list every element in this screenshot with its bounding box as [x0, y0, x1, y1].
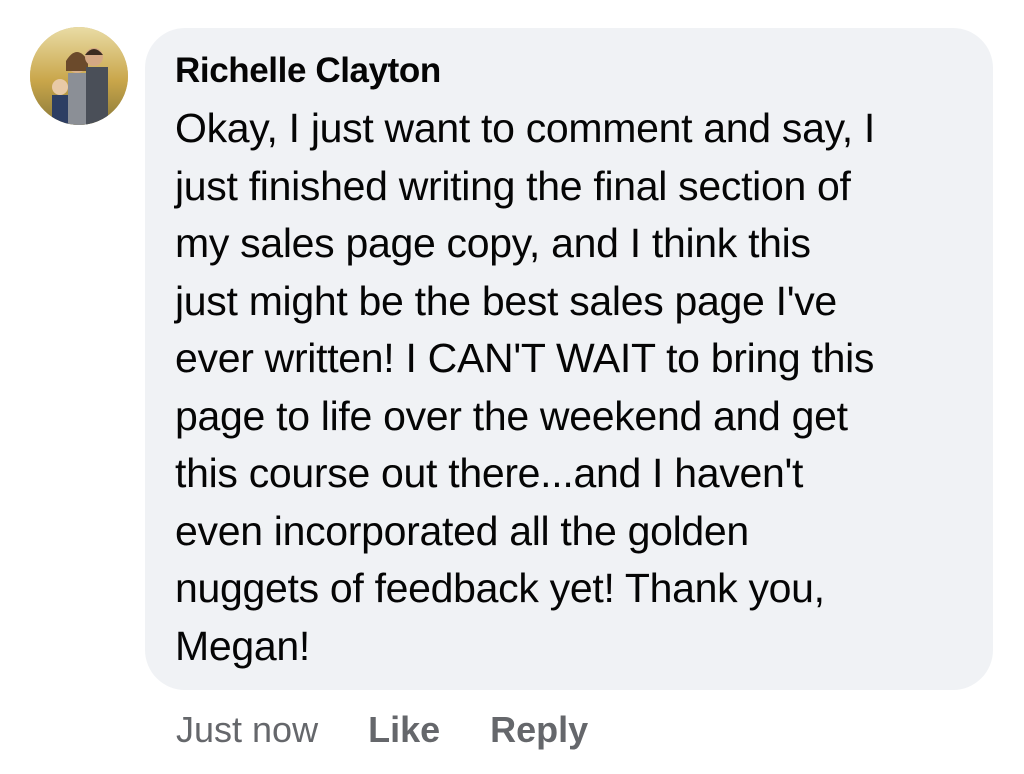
- comment-line: Megan!: [175, 622, 310, 669]
- comment-text: Okay, I just want to comment and say, I …: [175, 100, 963, 675]
- like-button[interactable]: Like: [368, 709, 440, 751]
- comment-line: ever written! I CAN'T WAIT to bring this: [175, 335, 875, 381]
- avatar[interactable]: [30, 27, 128, 125]
- comment-line: Okay, I just want to comment and say, I: [175, 105, 876, 151]
- comment-bubble: Richelle Clayton Okay, I just want to co…: [145, 28, 993, 690]
- avatar-photo: [30, 27, 128, 125]
- comment-line: my sales page copy, and I think this: [175, 220, 811, 266]
- comment-line: just might be the best sales page I've: [175, 277, 837, 324]
- comment-timestamp[interactable]: Just now: [176, 709, 318, 751]
- comment-line: nuggets of feedback yet! Thank you,: [175, 565, 825, 611]
- comment-line: this course out there...and I haven't: [175, 450, 804, 496]
- comment-line: just finished writing the final section …: [175, 162, 851, 209]
- comment-actions: Just now Like Reply: [176, 704, 638, 756]
- reply-button[interactable]: Reply: [490, 709, 588, 751]
- comment: Richelle Clayton Okay, I just want to co…: [0, 0, 1024, 774]
- comment-author[interactable]: Richelle Clayton: [175, 50, 963, 92]
- comment-line: page to life over the weekend and get: [175, 392, 848, 439]
- comment-line: even incorporated all the golden: [175, 507, 749, 554]
